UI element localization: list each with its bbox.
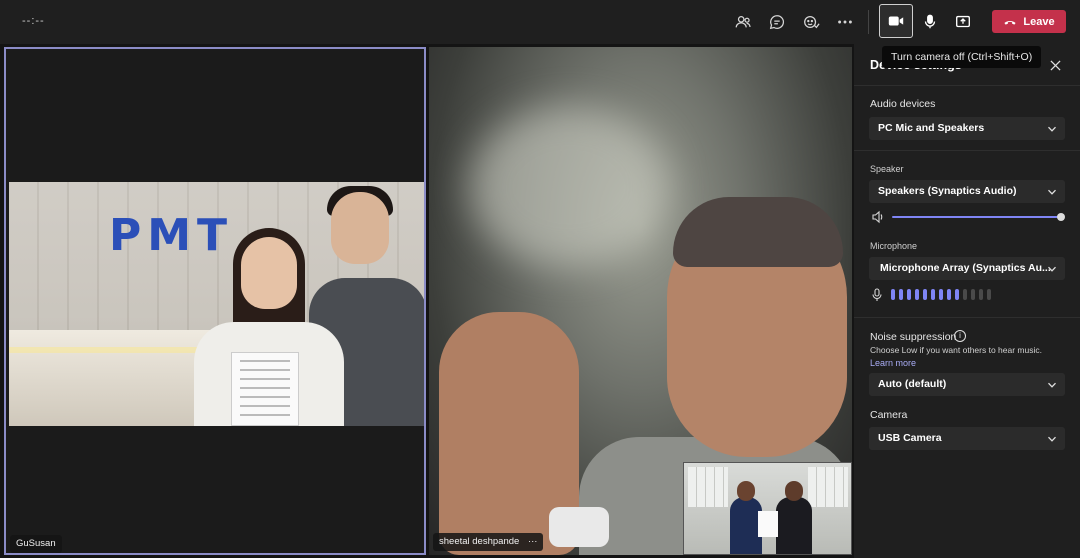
mic-level-bar (891, 289, 895, 300)
divider (854, 317, 1080, 318)
camera-tooltip: Turn camera off (Ctrl+Shift+O) (882, 46, 1042, 68)
speaker-volume-slider[interactable] (892, 216, 1060, 218)
camera-label: Camera (870, 409, 908, 421)
mic-icon (924, 14, 936, 29)
phone-icon (1004, 20, 1016, 25)
close-panel-button[interactable] (1046, 56, 1064, 74)
close-icon (1049, 59, 1061, 71)
audio-devices-dropdown[interactable]: PC Mic and Speakers (869, 117, 1065, 140)
person-head (241, 237, 297, 309)
mic-level-bar (987, 289, 991, 300)
toolbar-divider (868, 10, 869, 34)
mic-level-bar (923, 289, 927, 300)
participant-name: sheetal deshpande (439, 536, 520, 547)
camera-dropdown[interactable]: USB Camera (869, 427, 1065, 450)
speaker-label: Speaker (870, 164, 904, 174)
info-icon[interactable]: i (954, 330, 966, 342)
divider (854, 85, 1080, 86)
microphone-value: Microphone Array (Synaptics Au... (880, 262, 1051, 274)
leave-button[interactable]: Leave (992, 10, 1066, 33)
microphone-level-meter (891, 289, 991, 300)
noise-suppression-label: Noise suppression (870, 331, 957, 343)
person-head (785, 481, 803, 501)
reactions-icon (804, 15, 820, 29)
camera-value: USB Camera (878, 432, 942, 444)
chevron-down-icon (1048, 189, 1056, 195)
people-icon (735, 15, 751, 28)
speaker-value: Speakers (Synaptics Audio) (878, 185, 1017, 197)
mic-level-bar (963, 289, 967, 300)
audio-devices-value: PC Mic and Speakers (878, 122, 985, 134)
microphone-level-icon (872, 288, 882, 301)
noise-suppression-description: Choose Low if you want others to hear mu… (870, 345, 1042, 355)
document-held (231, 352, 299, 426)
pmt-logo: PMT (109, 210, 234, 261)
participant-more-icon[interactable]: ··· (528, 536, 538, 547)
mic-level-bar (971, 289, 975, 300)
speaker-volume-handle[interactable] (1057, 213, 1065, 221)
microphone-dropdown[interactable]: Microphone Array (Synaptics Au... (869, 257, 1065, 280)
speaker-dropdown[interactable]: Speakers (Synaptics Audio) (869, 180, 1065, 203)
person-hair (673, 197, 843, 267)
person-head (737, 481, 755, 501)
device-settings-panel: Device settings Audio devices PC Mic and… (854, 44, 1080, 558)
chat-button[interactable] (761, 6, 793, 38)
meeting-toolbar: --:-- Leave (0, 0, 1080, 44)
participant-tile-sheetal[interactable]: sheetal deshpande ··· (429, 47, 852, 555)
mic-level-bar (907, 289, 911, 300)
chevron-down-icon (1048, 436, 1056, 442)
wrist-watch (549, 507, 609, 547)
camera-icon (888, 16, 904, 26)
learn-more-link[interactable]: Learn more (870, 358, 916, 368)
participants-button[interactable] (727, 6, 759, 38)
share-content-button[interactable] (947, 6, 979, 38)
document-held (758, 511, 778, 537)
more-icon (838, 20, 852, 24)
participant-tile-gususan[interactable]: PMT GuSusan (4, 47, 426, 555)
person-head (331, 192, 389, 264)
microphone-label: Microphone (870, 241, 918, 251)
video-window (688, 467, 728, 507)
self-view-video[interactable] (683, 462, 852, 555)
chat-icon (769, 15, 785, 30)
mic-level-bar (955, 289, 959, 300)
mic-level-bar (947, 289, 951, 300)
mic-level-bar (939, 289, 943, 300)
mic-level-bar (899, 289, 903, 300)
mic-level-bar (931, 289, 935, 300)
participant-video: PMT (9, 182, 424, 426)
leave-label: Leave (1023, 15, 1055, 28)
mic-level-bar (915, 289, 919, 300)
divider (854, 150, 1080, 151)
chevron-down-icon (1048, 126, 1056, 132)
camera-toggle-button[interactable] (879, 4, 913, 38)
speaker-volume-icon (872, 210, 883, 224)
reactions-button[interactable] (795, 6, 827, 38)
share-icon (956, 15, 970, 28)
video-background (469, 107, 669, 267)
audio-devices-label: Audio devices (870, 98, 936, 110)
chevron-down-icon (1048, 382, 1056, 388)
meeting-window: --:-- Leave PMT GuSusan sheetal deshpand… (0, 0, 1080, 558)
more-actions-button[interactable] (829, 6, 861, 38)
noise-suppression-value: Auto (default) (878, 378, 947, 390)
noise-suppression-dropdown[interactable]: Auto (default) (869, 373, 1065, 396)
participant-name-tag: GuSusan (10, 535, 62, 553)
meeting-timer: --:-- (22, 15, 45, 27)
mic-toggle-button[interactable] (914, 6, 946, 38)
participant-name-tag: sheetal deshpande ··· (433, 533, 544, 551)
person-body (776, 497, 812, 554)
video-window (808, 467, 848, 507)
chevron-down-icon (1048, 266, 1056, 272)
mic-level-bar (979, 289, 983, 300)
